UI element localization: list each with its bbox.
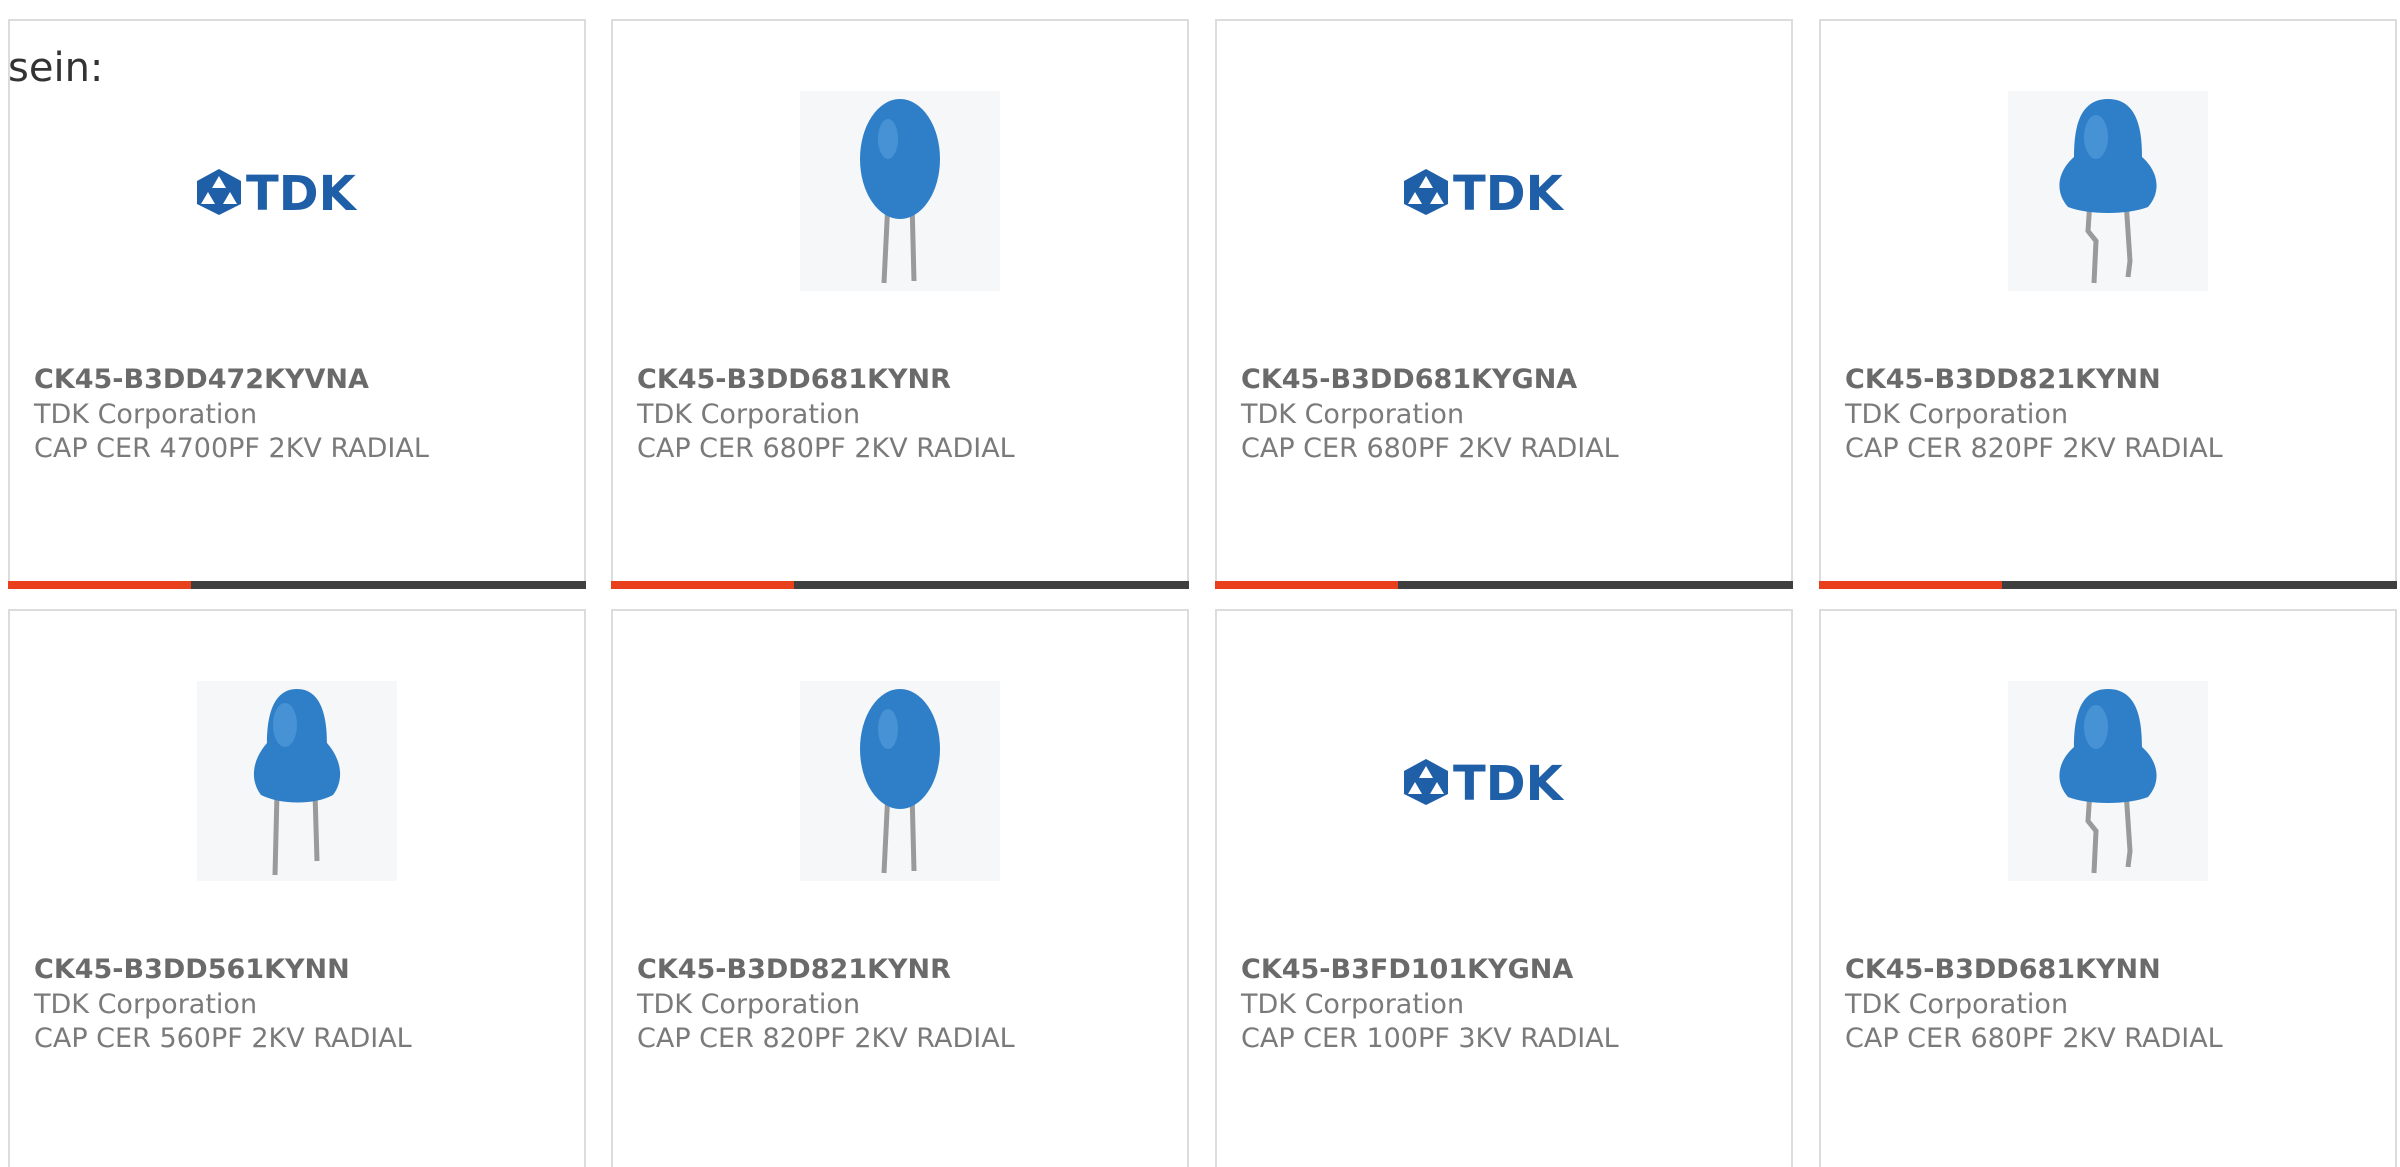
product-description: CAP CER 820PF 2KV RADIAL [637,1023,1015,1054]
product-image [1821,91,2395,291]
product-image [613,91,1187,291]
product-image [10,681,584,881]
manufacturer: TDK Corporation [637,399,861,430]
capacitor-photo [197,681,397,881]
manufacturer: TDK Corporation [637,989,861,1020]
product-description: CAP CER 820PF 2KV RADIAL [1845,433,2223,464]
product-description: CAP CER 680PF 2KV RADIAL [1241,433,1619,464]
part-number[interactable]: CK45-B3DD681KYGNA [1241,364,1577,395]
manufacturer: TDK Corporation [1241,399,1465,430]
ceramic-capacitor-icon [2059,689,2157,874]
product-image: TDK [1217,681,1791,881]
card-footer-bar [611,581,1189,589]
capacitor-photo [800,91,1000,291]
product-image [1821,681,2395,881]
product-description: CAP CER 560PF 2KV RADIAL [34,1023,412,1054]
product-card[interactable]: CK45-B3DD561KYNN TDK Corporation CAP CER… [8,609,586,1167]
tdk-logo: TDK [1404,756,1565,806]
ceramic-capacitor-icon [253,689,341,876]
tdk-logo: TDK [197,166,358,216]
capacitor-photo [2008,681,2208,881]
product-card[interactable]: CK45-B3DD821KYNN TDK Corporation CAP CER… [1819,19,2397,589]
manufacturer: TDK Corporation [34,399,258,430]
product-image: TDK [1217,91,1791,291]
product-grid-page: sein: TDK CK45-B3DD472KYVNA TDK Corporat… [0,0,2400,1167]
ceramic-capacitor-icon [860,689,940,874]
product-image [613,681,1187,881]
part-number[interactable]: CK45-B3FD101KYGNA [1241,954,1573,985]
part-number[interactable]: CK45-B3DD681KYNR [637,364,951,395]
part-number[interactable]: CK45-B3DD561KYNN [34,954,350,985]
part-number[interactable]: CK45-B3DD821KYNR [637,954,951,985]
manufacturer: TDK Corporation [1241,989,1465,1020]
card-footer-accent [1819,581,2002,589]
svg-text:TDK: TDK [1453,756,1565,806]
manufacturer: TDK Corporation [1845,399,2069,430]
part-number[interactable]: CK45-B3DD821KYNN [1845,364,2161,395]
product-card[interactable]: CK45-B3DD681KYNN TDK Corporation CAP CER… [1819,609,2397,1167]
part-number[interactable]: CK45-B3DD472KYVNA [34,364,369,395]
product-description: CAP CER 680PF 2KV RADIAL [1845,1023,2223,1054]
product-description: CAP CER 100PF 3KV RADIAL [1241,1023,1619,1054]
manufacturer: TDK Corporation [1845,989,2069,1020]
page-prefix-text: sein: [8,45,104,91]
product-description: CAP CER 680PF 2KV RADIAL [637,433,1015,464]
svg-text:TDK: TDK [1453,166,1565,216]
card-footer-accent [8,581,191,589]
product-card[interactable]: TDK CK45-B3DD681KYGNA TDK Corporation CA… [1215,19,1793,589]
product-card[interactable]: CK45-B3DD821KYNR TDK Corporation CAP CER… [611,609,1189,1167]
part-number[interactable]: CK45-B3DD681KYNN [1845,954,2161,985]
capacitor-photo [800,681,1000,881]
ceramic-capacitor-icon [2059,99,2157,284]
card-footer-accent [1215,581,1398,589]
manufacturer: TDK Corporation [34,989,258,1020]
card-footer-accent [611,581,794,589]
card-footer-bar [1819,581,2397,589]
capacitor-photo [2008,91,2208,291]
product-card[interactable]: CK45-B3DD681KYNR TDK Corporation CAP CER… [611,19,1189,589]
product-description: CAP CER 4700PF 2KV RADIAL [34,433,429,464]
product-image: TDK [10,91,584,291]
ceramic-capacitor-icon [860,99,940,284]
card-footer-bar [8,581,586,589]
product-card[interactable]: TDK CK45-B3FD101KYGNA TDK Corporation CA… [1215,609,1793,1167]
tdk-logo: TDK [1404,166,1565,216]
product-card[interactable]: TDK CK45-B3DD472KYVNA TDK Corporation CA… [8,19,586,589]
svg-text:TDK: TDK [246,166,358,216]
card-footer-bar [1215,581,1793,589]
